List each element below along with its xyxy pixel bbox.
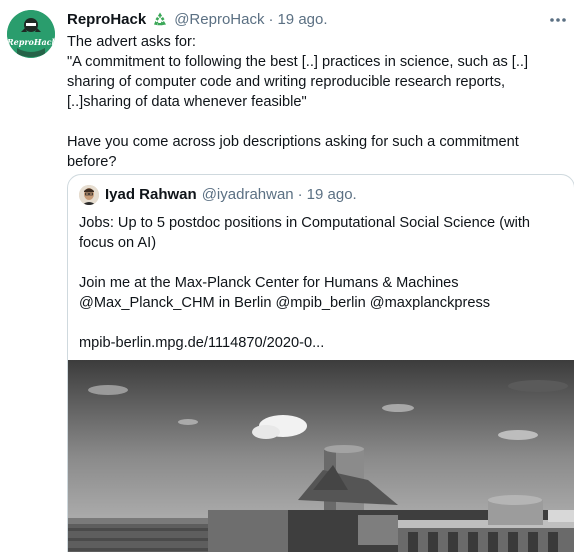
author-avatar[interactable]: ReproHack — [7, 10, 55, 58]
quoted-author-name[interactable]: Iyad Rahwan — [105, 185, 197, 205]
author-handle[interactable]: @ReproHack — [174, 10, 264, 30]
quoted-separator: · — [297, 186, 303, 203]
author-name[interactable]: ReproHack — [67, 10, 146, 30]
quoted-avatar-graphic — [79, 185, 99, 205]
quoted-author-avatar[interactable] — [79, 185, 99, 205]
recycle-icon — [154, 12, 167, 26]
quoted-tweet-date[interactable]: 19 ago. — [307, 185, 357, 205]
quoted-author-handle[interactable]: @iyadrahwan — [202, 185, 294, 205]
separator: · — [268, 11, 274, 28]
more-icon[interactable] — [547, 11, 569, 29]
building-photo — [68, 360, 574, 552]
quoted-tweet-image[interactable] — [68, 360, 574, 552]
quoted-tweet[interactable]: Iyad Rahwan @iyadrahwan · 19 ago. Jobs: … — [67, 174, 574, 552]
quoted-tweet-header: Iyad Rahwan @iyadrahwan · 19 ago. — [79, 185, 357, 205]
avatar-label: ReproHack — [7, 37, 55, 47]
tweet-text: The advert asks for: "A commitment to fo… — [67, 34, 529, 170]
tweet-date[interactable]: 19 ago. — [277, 10, 327, 30]
quoted-tweet-text: Jobs: Up to 5 postdoc positions in Compu… — [79, 215, 531, 351]
avatar-graphic — [7, 10, 55, 58]
tweet-body: ReproHack @ReproHack · 19 ago. The adver… — [67, 10, 567, 172]
tweet-header: ReproHack @ReproHack · 19 ago. — [67, 10, 567, 30]
